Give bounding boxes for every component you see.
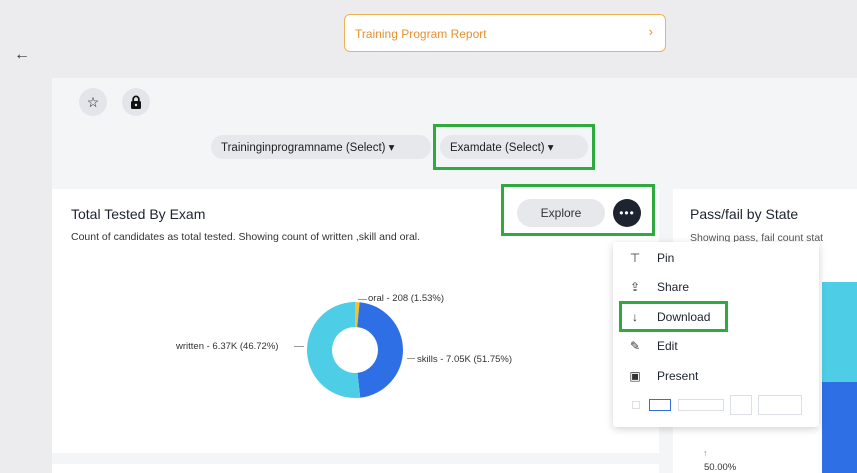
ghost-placeholder bbox=[758, 395, 802, 415]
card-title: Total Tested By Exam bbox=[71, 206, 206, 222]
report-title-pill[interactable]: Training Program Report › bbox=[344, 14, 666, 52]
leader-line-skills bbox=[407, 358, 415, 359]
menu-item-label: Pin bbox=[657, 251, 675, 265]
arrow-left-icon[interactable]: ← bbox=[14, 46, 30, 64]
card-next bbox=[52, 464, 659, 473]
menu-item-share[interactable]: ⇪ Share bbox=[613, 275, 819, 299]
menu-item-edit[interactable]: ✎ Edit bbox=[613, 334, 819, 358]
donut-chart bbox=[307, 302, 404, 398]
data-label-oral: oral - 208 (1.53%) bbox=[368, 293, 445, 304]
highlight-download bbox=[619, 301, 728, 332]
menu-item-pin[interactable]: ⊤ Pin bbox=[613, 246, 819, 270]
leader-line-written bbox=[294, 346, 304, 347]
bar-segment-teal bbox=[822, 282, 857, 382]
share-icon: ⇪ bbox=[629, 280, 641, 294]
donut-slice-skills[interactable] bbox=[307, 302, 361, 398]
ghost-placeholder bbox=[649, 399, 671, 411]
menu-item-label: Present bbox=[657, 369, 699, 383]
highlight-examdate-filter bbox=[433, 124, 595, 170]
context-menu: ⊤ Pin ⇪ Share ↓ Download ✎ Edit ▣ Presen… bbox=[613, 242, 819, 427]
highlight-explore-actions bbox=[501, 184, 655, 236]
chevron-right-icon: › bbox=[648, 24, 653, 39]
bar-segment-blue bbox=[822, 382, 857, 473]
menu-item-label: Edit bbox=[657, 339, 678, 353]
data-label-skills: skills - 7.05K (51.75%) bbox=[417, 354, 513, 365]
donut-slice-written[interactable] bbox=[357, 302, 404, 398]
ghost-placeholder bbox=[632, 401, 640, 409]
lock-glyph bbox=[131, 95, 141, 109]
axis-tick: ↑ bbox=[703, 448, 708, 458]
menu-item-label: Share bbox=[657, 280, 690, 294]
axis-label: 50.00% bbox=[704, 462, 737, 473]
ghost-placeholder bbox=[730, 395, 752, 415]
lock-icon[interactable] bbox=[122, 88, 150, 116]
ghost-placeholder bbox=[678, 399, 724, 411]
pin-icon: ⊤ bbox=[629, 251, 641, 265]
filter-trainingprogramname[interactable]: Traininginprogramname (Select) ▾ bbox=[211, 135, 431, 159]
present-icon: ▣ bbox=[629, 369, 641, 383]
star-icon[interactable]: ☆ bbox=[79, 88, 107, 116]
card-title: Pass/fail by State bbox=[690, 206, 799, 222]
card-subtitle: Count of candidates as total tested. Sho… bbox=[71, 231, 421, 243]
menu-item-present[interactable]: ▣ Present bbox=[613, 364, 819, 388]
report-title: Training Program Report bbox=[355, 27, 487, 41]
data-label-written: written - 6.37K (46.72%) bbox=[176, 341, 279, 352]
edit-icon: ✎ bbox=[629, 339, 641, 353]
leader-line-oral bbox=[358, 299, 367, 300]
